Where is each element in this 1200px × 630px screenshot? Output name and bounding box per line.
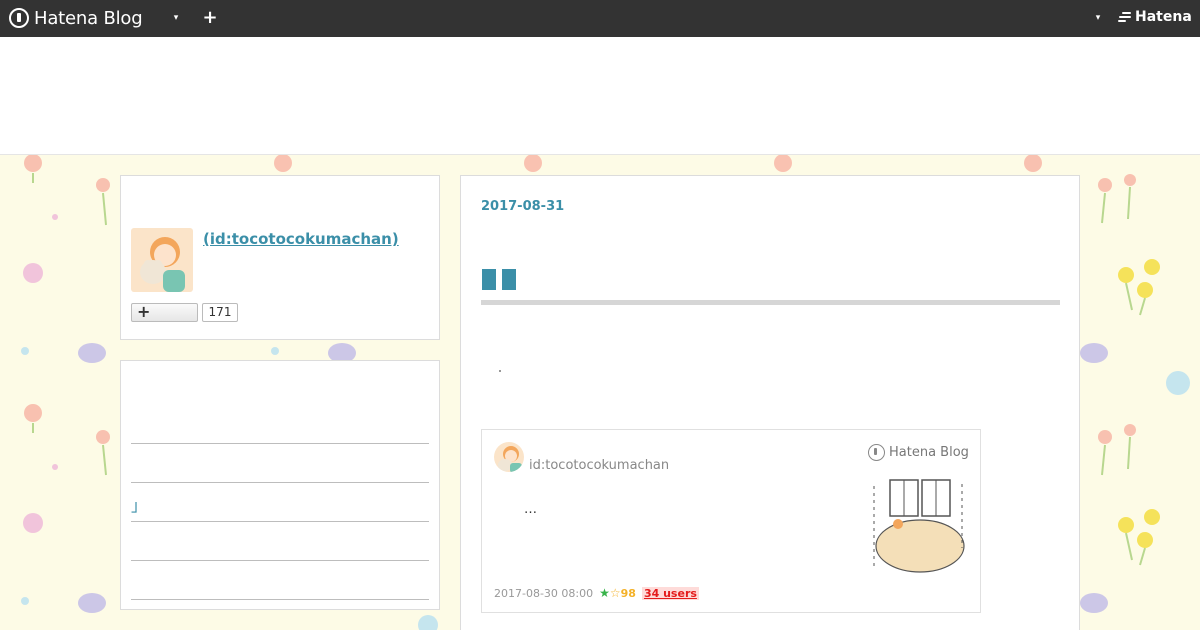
blog-menu-caret-icon[interactable]: ▾	[170, 11, 182, 25]
sidebar-list-module: 」	[120, 360, 440, 610]
embed-avatar-illustration	[498, 446, 522, 472]
list-divider	[131, 482, 429, 483]
star-count: 98	[620, 587, 636, 600]
subscribe-button[interactable]: +	[131, 302, 198, 322]
new-entry-button[interactable]: +	[202, 8, 218, 28]
embed-timestamp: 2017-08-30 08:00	[494, 586, 594, 600]
entry-title-glyph[interactable]	[502, 269, 516, 290]
logo-text: Hatena Blog	[34, 7, 143, 29]
yellow-star-icon: ☆	[609, 586, 621, 600]
header-banner	[0, 37, 1200, 155]
embed-hatena-blog-icon	[868, 444, 885, 461]
subscriber-count[interactable]: 171	[202, 303, 238, 322]
star-rating[interactable]: ★☆98	[599, 586, 636, 600]
hatena-logo[interactable]: Hatena	[1118, 9, 1192, 25]
global-header: Hatena Blog ▾ + ▾ Hatena	[0, 0, 1200, 37]
profile-module: (id:tocotocokumachan) + 171	[120, 175, 440, 340]
embed-brand-text: Hatena Blog	[889, 445, 969, 460]
list-divider	[131, 599, 429, 600]
list-divider	[131, 443, 429, 444]
profile-avatar[interactable]	[131, 228, 193, 292]
entry-date-link[interactable]: 2017-08-31	[481, 199, 564, 214]
entry-article: 2017-08-31 id:tocotocokumachan Hatena Bl…	[460, 175, 1080, 630]
embed-thumbnail[interactable]	[868, 478, 968, 576]
list-item[interactable]: 」	[131, 492, 147, 516]
subscribe-plus-icon: +	[137, 302, 151, 321]
green-star-icon: ★	[599, 586, 610, 600]
title-underline	[481, 300, 1060, 305]
embed-excerpt: …	[524, 502, 537, 517]
entry-title-glyph[interactable]	[482, 269, 496, 290]
list-divider	[131, 560, 429, 561]
bookmark-users-badge[interactable]: 34 users	[641, 586, 699, 600]
thumbnail-illustration	[873, 479, 965, 573]
list-divider	[131, 521, 429, 522]
hatena-blog-logo[interactable]: Hatena Blog	[9, 7, 143, 29]
embed-hatena-blog-logo[interactable]: Hatena Blog	[868, 444, 969, 461]
hatena-blog-logo-icon	[9, 8, 29, 28]
hatena-logo-icon	[1118, 11, 1132, 23]
body-dot	[499, 370, 501, 372]
embed-meta: 2017-08-30 08:00 ★☆98 34 users	[494, 586, 699, 600]
avatar-illustration	[140, 237, 185, 292]
blog-embed-card[interactable]: id:tocotocokumachan Hatena Blog … 2017-0…	[481, 429, 981, 613]
embed-avatar[interactable]	[494, 442, 524, 472]
profile-name-link[interactable]: (id:tocotocokumachan)	[203, 230, 399, 248]
embed-user-id[interactable]: id:tocotocokumachan	[529, 458, 669, 473]
account-menu-caret-icon[interactable]: ▾	[1092, 11, 1104, 25]
hatena-text: Hatena	[1135, 9, 1192, 25]
